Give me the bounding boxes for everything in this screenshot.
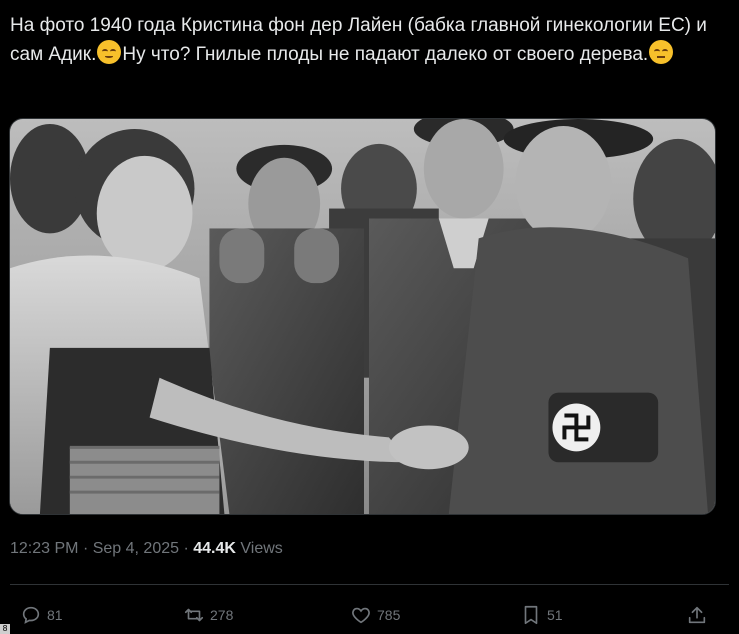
- unamused-face-emoji-icon: [649, 40, 674, 64]
- share-button[interactable]: [686, 600, 713, 630]
- share-icon: [688, 606, 706, 624]
- like-count: 785: [377, 607, 401, 623]
- tweet-meta: 12:23 PM · Sep 4, 2025 · 44.4K Views: [10, 540, 283, 558]
- tweet-date[interactable]: Sep 4, 2025: [93, 540, 179, 557]
- heart-icon: [352, 607, 370, 624]
- views-label: Views: [240, 540, 283, 557]
- repost-button[interactable]: 278: [183, 600, 233, 630]
- bookmark-button[interactable]: 51: [520, 600, 563, 630]
- reply-icon: [22, 606, 40, 624]
- meta-separator: ·: [183, 540, 189, 557]
- divider: [10, 584, 729, 585]
- bookmark-icon: [524, 605, 538, 625]
- repost-icon: [184, 608, 204, 622]
- tweet-text: На фото 1940 года Кристина фон дер Лайен…: [10, 12, 710, 69]
- tweet-text-part-2: Ну что? Гнилые плоды не падают далеко от…: [122, 44, 649, 65]
- meta-separator: ·: [82, 540, 89, 557]
- reply-button[interactable]: 81: [20, 600, 63, 630]
- tweet-time[interactable]: 12:23 PM: [10, 540, 78, 557]
- corner-badge: 8: [0, 624, 10, 634]
- views-count[interactable]: 44.4K: [193, 540, 236, 557]
- action-bar: 81 278 785 51: [0, 600, 739, 630]
- tweet-photo[interactable]: [9, 118, 716, 515]
- like-button[interactable]: 785: [350, 600, 400, 630]
- reply-count: 81: [47, 607, 63, 623]
- relieved-face-emoji-icon: [97, 40, 122, 64]
- repost-count: 278: [210, 607, 234, 623]
- photo-illustration: [10, 119, 715, 514]
- bookmark-count: 51: [547, 607, 563, 623]
